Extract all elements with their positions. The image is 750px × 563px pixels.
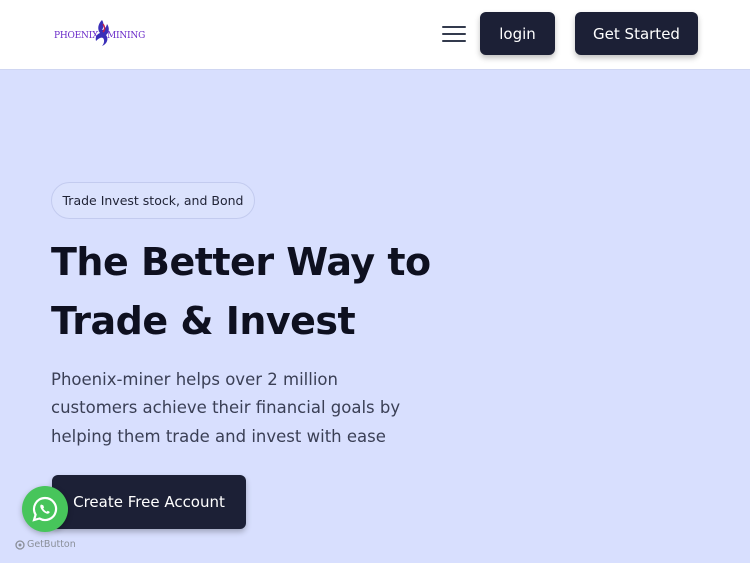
get-started-button[interactable]: Get Started — [575, 12, 698, 55]
getbutton-logo-icon — [15, 539, 25, 550]
hero-subtitle-line2: customers achieve their financial goals … — [51, 398, 401, 417]
login-button[interactable]: login — [480, 12, 555, 55]
phoenix-mining-logo[interactable]: PHOENIX MINING — [54, 18, 146, 50]
logo-text-mining: MINING — [107, 31, 146, 41]
hamburger-menu-button[interactable] — [440, 22, 468, 46]
hamburger-icon-line — [442, 33, 466, 35]
getbutton-branding[interactable]: GetButton — [15, 539, 76, 550]
whatsapp-icon — [32, 496, 58, 522]
whatsapp-chat-button[interactable] — [22, 486, 68, 532]
tagline-pill: Trade Invest stock, and Bond — [51, 182, 255, 219]
create-free-account-button[interactable]: Create Free Account — [52, 475, 246, 529]
hamburger-icon-line — [442, 40, 466, 42]
hero-headline-line1: The Better Way to — [51, 240, 431, 284]
hero-headline-line2: Trade & Invest — [51, 299, 356, 343]
getbutton-label: GetButton — [27, 539, 76, 550]
hero-subtitle-line1: Phoenix-miner helps over 2 million — [51, 370, 338, 389]
hero-subtitle-line3: helping them trade and invest with ease — [51, 427, 386, 446]
site-header: PHOENIX MINING login Get Started — [0, 0, 750, 70]
hamburger-icon-line — [442, 26, 466, 28]
